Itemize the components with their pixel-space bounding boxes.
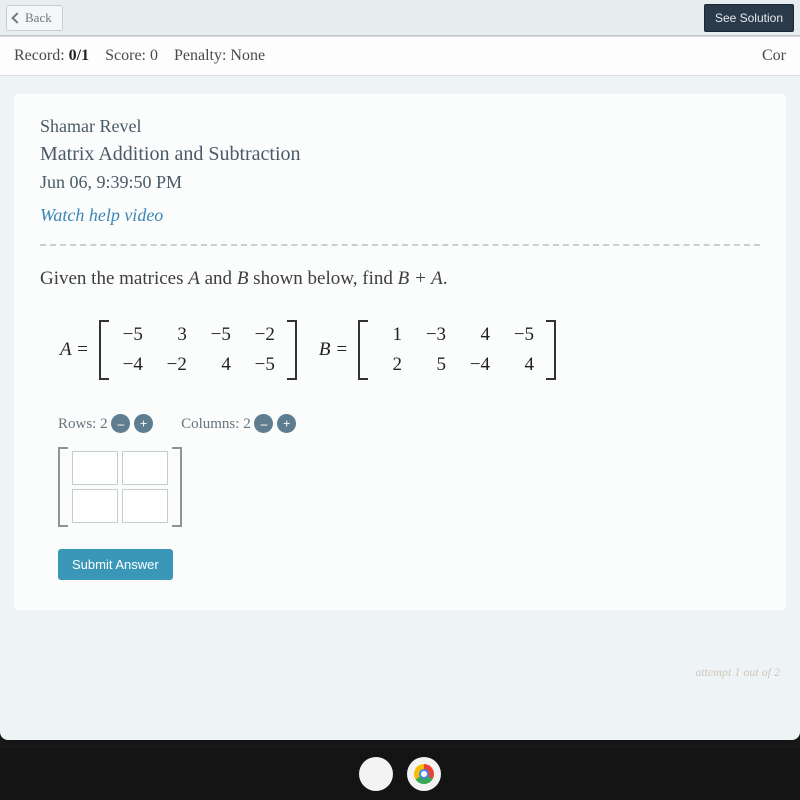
chrome-icon bbox=[414, 764, 434, 784]
question-mid1: and bbox=[200, 268, 237, 289]
matrix-a-cell: −4 bbox=[121, 354, 143, 376]
matrix-a-cell: −5 bbox=[253, 354, 275, 376]
answer-cell-0-0[interactable] bbox=[72, 451, 118, 485]
bracket-icon bbox=[99, 320, 109, 380]
matrix-a-cell: −5 bbox=[121, 324, 143, 346]
taskbar-chrome-icon[interactable] bbox=[407, 757, 441, 791]
matrix-a-label: A = bbox=[60, 339, 89, 361]
watch-help-link[interactable]: Watch help video bbox=[40, 205, 760, 226]
matrix-b: 1 −3 4 −5 2 5 −4 4 bbox=[376, 320, 538, 380]
cols-increment-button[interactable]: + bbox=[277, 414, 296, 433]
matrix-b-cell: 4 bbox=[512, 354, 534, 376]
rows-value: 2 bbox=[100, 416, 108, 432]
rows-control: Rows: 2 – + bbox=[58, 414, 153, 433]
matrix-b-cell: −4 bbox=[468, 354, 490, 376]
answer-cell-1-0[interactable] bbox=[72, 489, 118, 523]
bracket-icon bbox=[287, 320, 297, 380]
answer-cell-0-1[interactable] bbox=[122, 451, 168, 485]
question-prefix: Given the matrices bbox=[40, 268, 188, 289]
matrix-size-controls: Rows: 2 – + Columns: 2 – + bbox=[58, 414, 760, 433]
question-suffix: . bbox=[443, 268, 448, 289]
back-button[interactable]: Back bbox=[6, 5, 63, 31]
score-value: 0 bbox=[150, 47, 158, 64]
bracket-icon bbox=[58, 447, 68, 527]
bracket-icon bbox=[358, 320, 368, 380]
matrix-a-cell: −5 bbox=[209, 324, 231, 346]
record-label: Record: bbox=[14, 47, 65, 64]
answer-cell-1-1[interactable] bbox=[122, 489, 168, 523]
matrix-b-cell: 4 bbox=[468, 324, 490, 346]
cols-control: Columns: 2 – + bbox=[181, 414, 296, 433]
question-expression: B + A bbox=[398, 268, 443, 289]
matrix-b-cell: −3 bbox=[424, 324, 446, 346]
os-taskbar bbox=[0, 748, 800, 800]
matrix-b-cell: 2 bbox=[380, 354, 402, 376]
matrix-b-cell: −5 bbox=[512, 324, 534, 346]
cols-label: Columns: bbox=[181, 416, 239, 432]
timestamp: Jun 06, 9:39:50 PM bbox=[40, 172, 760, 193]
matrix-a-cell: −2 bbox=[253, 324, 275, 346]
submit-answer-button[interactable]: Submit Answer bbox=[58, 549, 173, 580]
chevron-left-icon bbox=[11, 12, 22, 23]
answer-grid bbox=[68, 447, 172, 527]
record-bar-left: Record: 0/1 Score: 0 Penalty: None bbox=[14, 47, 265, 65]
see-solution-button[interactable]: See Solution bbox=[704, 4, 794, 32]
matrix-a-cell: 3 bbox=[165, 324, 187, 346]
rows-label: Rows: bbox=[58, 416, 96, 432]
question-text: Given the matrices A and B shown below, … bbox=[40, 268, 760, 290]
penalty-value: None bbox=[230, 47, 265, 64]
bracket-icon bbox=[172, 447, 182, 527]
answer-matrix bbox=[58, 447, 760, 527]
matrix-a-cell: 4 bbox=[209, 354, 231, 376]
top-toolbar: Back See Solution bbox=[0, 0, 800, 36]
attempt-counter: attempt 1 out of 2 bbox=[695, 665, 780, 680]
matrix-b-cell: 1 bbox=[380, 324, 402, 346]
record-value: 0/1 bbox=[69, 47, 89, 64]
question-var-b: B bbox=[237, 268, 249, 289]
matrix-b-label: B = bbox=[319, 339, 348, 361]
topic-title: Matrix Addition and Subtraction bbox=[40, 143, 760, 166]
problem-content: Shamar Revel Matrix Addition and Subtrac… bbox=[14, 94, 786, 610]
rows-decrement-button[interactable]: – bbox=[111, 414, 130, 433]
cols-decrement-button[interactable]: – bbox=[254, 414, 273, 433]
bracket-icon bbox=[546, 320, 556, 380]
matrices-row: A = −5 3 −5 −2 −4 −2 4 −5 B = 1 −3 4 −5 … bbox=[56, 320, 760, 380]
taskbar-app-icon[interactable] bbox=[359, 757, 393, 791]
question-var-a: A bbox=[188, 268, 200, 289]
matrix-b-cell: 5 bbox=[424, 354, 446, 376]
record-bar-right-partial: Cor bbox=[762, 47, 786, 65]
matrix-a-cell: −2 bbox=[165, 354, 187, 376]
score-label: Score: bbox=[105, 47, 146, 64]
student-name: Shamar Revel bbox=[40, 116, 760, 137]
question-mid2: shown below, find bbox=[248, 268, 397, 289]
cols-value: 2 bbox=[243, 416, 251, 432]
divider bbox=[40, 244, 760, 246]
record-bar: Record: 0/1 Score: 0 Penalty: None Cor bbox=[0, 36, 800, 76]
rows-increment-button[interactable]: + bbox=[134, 414, 153, 433]
back-label: Back bbox=[25, 10, 52, 26]
matrix-a: −5 3 −5 −2 −4 −2 4 −5 bbox=[117, 320, 279, 380]
penalty-label: Penalty: bbox=[174, 47, 226, 64]
